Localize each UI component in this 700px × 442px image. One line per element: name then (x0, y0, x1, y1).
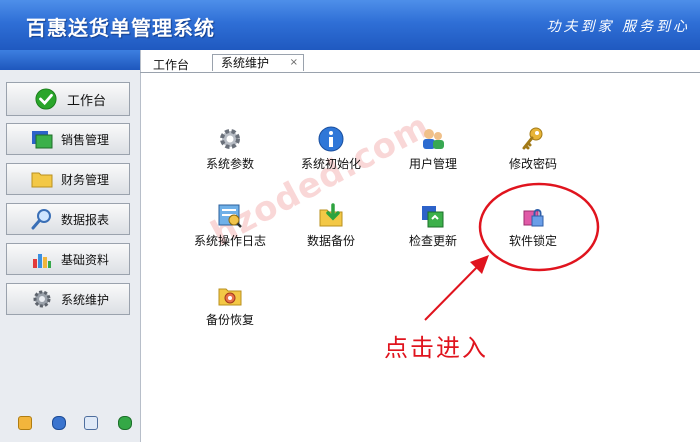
highlight-ellipse (478, 182, 600, 272)
annotation-overlay (424, 182, 600, 321)
annotation-text: 点击进入 (384, 334, 488, 362)
arrow-shaft (424, 261, 483, 321)
